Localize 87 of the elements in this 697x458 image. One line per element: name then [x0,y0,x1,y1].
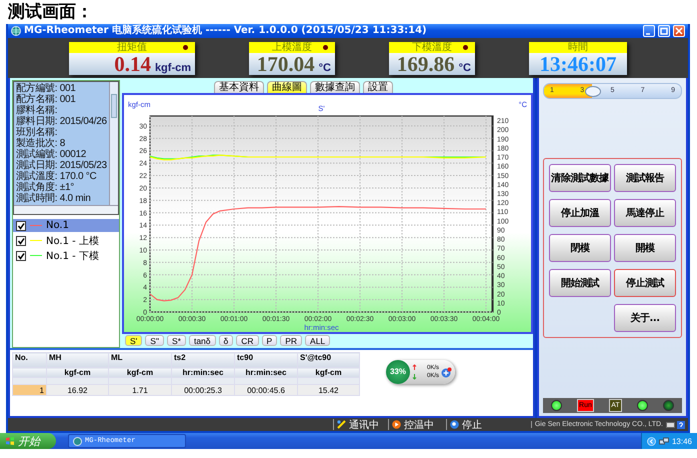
control-button[interactable]: 開始測試 [549,269,611,297]
control-button[interactable]: 停止測試 [614,269,676,297]
control-button[interactable]: 清除測試數據 [549,164,611,192]
control-button[interactable]: 閉模 [549,234,611,262]
curve-button[interactable]: δ [218,335,234,346]
close-button[interactable] [673,25,685,37]
curve-button[interactable]: PR [280,335,302,346]
info-line: 配方編號: 001 [16,83,77,94]
clock: 13:46 [672,436,692,446]
table-cell: 1 [12,384,46,396]
play-icon [392,420,401,429]
help-icon[interactable] [677,420,685,428]
windows-flag-icon [5,436,15,446]
curve-button[interactable]: S" [145,335,164,346]
info-line: 測試時間: 4.0 min [16,193,92,204]
info-line: 測試日期: 2015/05/23 [16,160,107,171]
legend-item[interactable]: No.1 - 下模 [13,249,119,262]
column-header: MH [46,352,108,368]
window-title: MG-Rheometer 电脑系统硫化试验机 ------ Ver. 1.0.0.0 (2015/05/23 11:33:14) [24,25,428,37]
plus-icon [441,366,452,378]
column-header: S'@tc90 [298,352,360,368]
gauge-unit: kgf-cm [154,62,191,74]
control-button[interactable]: 開模 [614,234,676,262]
info-line: 膠料名稱: [16,105,58,116]
status-text: 停止 [462,418,482,432]
connection-icon [337,420,346,429]
tab[interactable]: 設置 [363,81,393,93]
info-line: 膠料日期: 2015/04/26 [16,116,107,127]
close-icon [675,27,683,35]
column-header: No. [12,352,46,368]
curve-button[interactable]: S* [166,335,186,346]
info-line: 配方名稱: 001 [16,94,77,105]
gauge-value: 170.04 [256,52,315,74]
tab[interactable]: 基本資料 [214,81,264,93]
curve-button[interactable]: tanδ [188,335,216,346]
table-cell [12,368,46,378]
legend-item[interactable]: No.1 - 上模 [13,234,119,247]
network-icon[interactable] [658,436,669,446]
info-line: 測試溫度: 170.0 °C [16,171,98,182]
control-button[interactable]: 停止加溫 [549,199,611,227]
gauge-value: 169.86 [396,52,455,74]
arrow-icon[interactable] [646,436,656,446]
maximize-button[interactable] [658,25,670,37]
tab[interactable]: 數據查詢 [310,81,360,93]
control-button[interactable]: 关于... [614,304,676,332]
keyboard-icon[interactable] [666,420,675,428]
gauge-label: 下模溫度 [412,42,452,52]
gauge-value: 0.14 [114,52,151,74]
control-button[interactable]: 馬達停止 [614,199,676,227]
globe-icon [11,26,21,36]
arrows-icon [412,364,417,380]
gauge-unit: °C [458,62,471,74]
curve-button[interactable]: P [262,335,278,346]
gauge-label: 扭矩值 [117,42,147,52]
info-line: 測試編號: 00012 [16,149,88,160]
gauge-label: 上模溫度 [272,42,312,52]
curve-button[interactable]: S' [125,335,142,346]
column-header: ts2 [172,352,234,368]
info-line: 製造批次: 8 [16,138,66,149]
minimize-button[interactable] [643,25,655,37]
column-header: ML [108,352,172,368]
maximize-icon [660,27,668,35]
curve-button[interactable]: CR [236,335,259,346]
checkbox[interactable] [16,220,26,230]
gauge-value: 13:46:07 [540,52,616,74]
status-text: 控温中 [404,418,434,432]
curve-button[interactable]: ALL [305,335,330,346]
column-header: tc90 [234,352,298,368]
tab[interactable]: 曲線圖 [267,81,307,93]
legend-label: No.1 [46,220,69,231]
globe-icon [73,436,82,446]
page-heading: 测试画面： [7,1,94,24]
legend-item[interactable]: No.1 [13,219,119,232]
gauge-label: 時間 [568,42,588,52]
gauge-unit: °C [318,62,331,74]
legend-label: No.1 - 下模 [46,250,99,262]
info-line: 測試角度: ±1° [16,182,75,193]
status-text: 通讯中 [349,418,379,432]
horizontal-scrollbar[interactable] [14,205,118,214]
legend-label: No.1 - 上模 [46,234,99,248]
checkbox[interactable] [16,250,26,260]
info-line: 班別名稱: [16,127,58,138]
usage-gauge: 33% [386,360,410,384]
vertical-scrollbar[interactable] [109,82,118,205]
circle-icon [450,420,459,429]
control-button[interactable]: 測試報告 [614,164,676,192]
checkbox[interactable] [16,236,26,246]
